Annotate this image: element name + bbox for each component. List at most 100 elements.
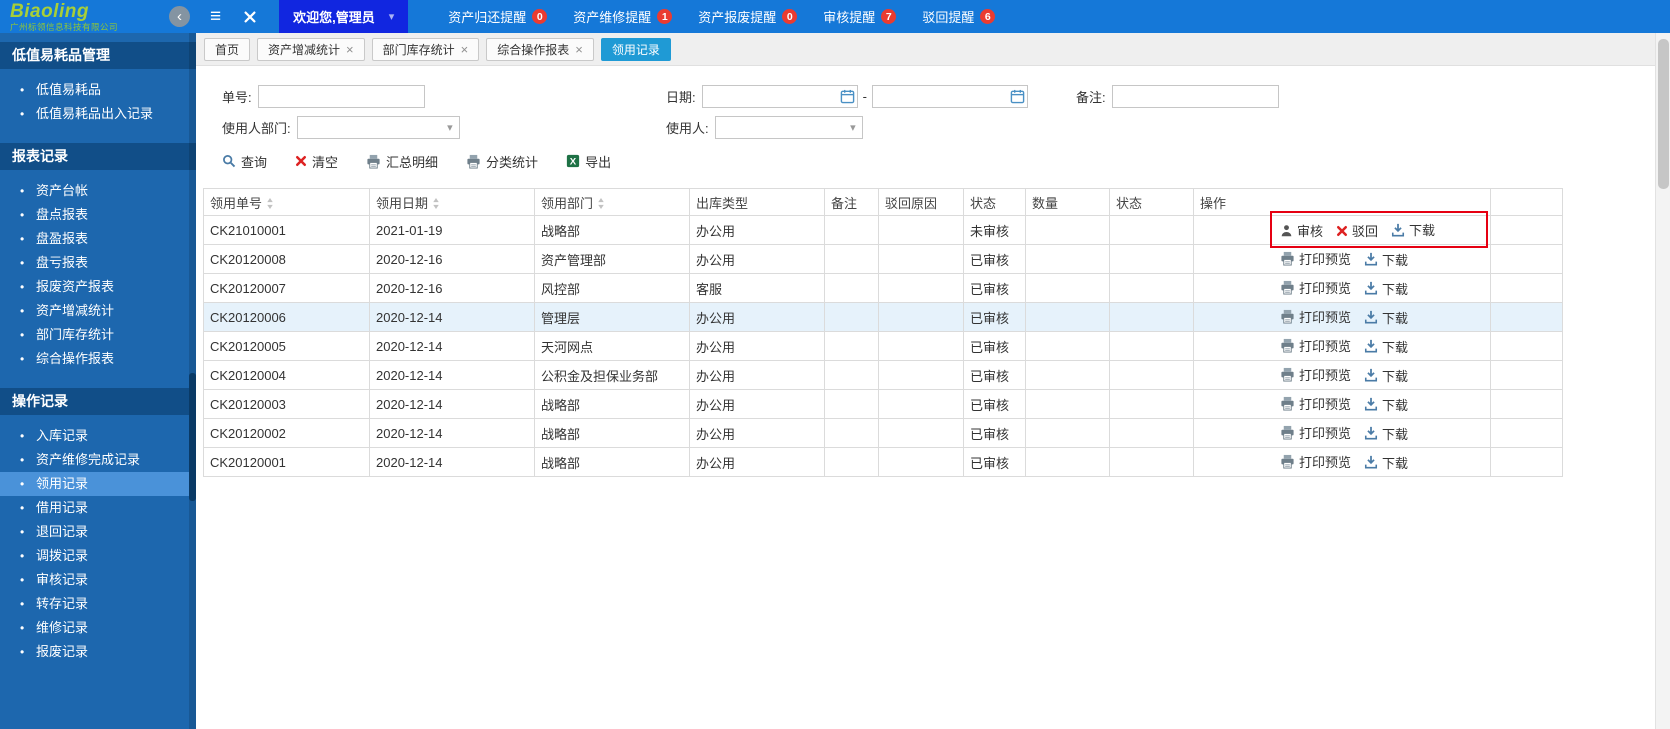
sidebar-item[interactable]: 报废记录	[0, 640, 196, 664]
topbar-menu-item[interactable]: 审核提醒 7	[823, 7, 897, 26]
tab-close-icon[interactable]: ×	[346, 42, 354, 57]
column-header[interactable]: 领用单号	[203, 188, 370, 216]
tab-item[interactable]: 首页	[204, 37, 251, 61]
sort-icon[interactable]	[266, 197, 274, 212]
tab-item[interactable]: 综合操作报表 ×	[486, 37, 594, 61]
column-header: 驳回原因	[878, 188, 964, 216]
cell-remark	[824, 389, 879, 419]
sidebar-item[interactable]: 转存记录	[0, 592, 196, 616]
cell-status2	[1109, 215, 1194, 245]
sort-icon[interactable]	[597, 197, 605, 212]
date-to-input[interactable]	[871, 85, 1028, 108]
table-row[interactable]: CK20120002 2020-12-14 战略部 办公用 已审核 打印预览 下载	[203, 418, 1563, 448]
toolbar-button[interactable]: 分类统计	[466, 152, 538, 171]
table-row[interactable]: CK20120006 2020-12-14 管理层 办公用 已审核 打印预览 下载	[203, 302, 1563, 332]
sidebar-item[interactable]: 低值易耗品	[0, 78, 196, 102]
user-select[interactable]: ▾	[714, 116, 863, 139]
print-button[interactable]: 打印预览	[1280, 365, 1351, 384]
download-button[interactable]: 下载	[1364, 395, 1408, 414]
download-button[interactable]: 下载	[1364, 453, 1408, 472]
sidebar-item[interactable]: 借用记录	[0, 496, 196, 520]
sidebar-item[interactable]: 盘盈报表	[0, 227, 196, 251]
remark-input[interactable]	[1111, 85, 1279, 108]
download-button[interactable]: 下载	[1391, 220, 1435, 239]
download-button[interactable]: 下载	[1364, 279, 1408, 298]
sidebar-item[interactable]: 维修记录	[0, 616, 196, 640]
download-button[interactable]: 下载	[1364, 337, 1408, 356]
tab-item[interactable]: 资产增减统计 ×	[257, 37, 365, 61]
table-row[interactable]: CK20120004 2020-12-14 公积金及担保业务部 办公用 已审核 打印预览 下…	[203, 360, 1563, 390]
topbar-menu-item[interactable]: 资产归还提醒 0	[448, 7, 548, 26]
sidebar-item[interactable]: 资产增减统计	[0, 299, 196, 323]
collapse-sidebar-button[interactable]: ‹	[169, 6, 190, 27]
table-row[interactable]: CK20120008 2020-12-16 资产管理部 办公用 已审核 打印预览 下载	[203, 244, 1563, 274]
download-icon	[1364, 252, 1378, 266]
calendar-icon[interactable]	[840, 89, 855, 104]
page-scrollbar[interactable]	[1655, 33, 1670, 729]
sidebar-item[interactable]: 部门库存统计	[0, 323, 196, 347]
sort-icon[interactable]	[432, 197, 440, 212]
toolbar-button[interactable]: 清空	[295, 152, 338, 171]
sidebar-item[interactable]: 退回记录	[0, 520, 196, 544]
download-button[interactable]: 下载	[1364, 366, 1408, 385]
sidebar-nav: 低值易耗品管理低值易耗品低值易耗品出入记录报表记录资产台帐盘点报表盘盈报表盘亏报…	[0, 33, 196, 664]
table-row[interactable]: CK20120001 2020-12-14 战略部 办公用 已审核 打印预览 下载	[203, 447, 1563, 477]
print-button[interactable]: 打印预览	[1280, 394, 1351, 413]
print-button[interactable]: 打印预览	[1280, 423, 1351, 442]
red-x-icon	[295, 155, 307, 167]
print-button[interactable]: 打印预览	[1280, 278, 1351, 297]
topbar-menu-item[interactable]: 资产维修提醒 1	[573, 7, 673, 26]
sidebar-item[interactable]: 盘亏报表	[0, 251, 196, 275]
table-row[interactable]: CK20120007 2020-12-16 风控部 客服 已审核 打印预览 下载	[203, 273, 1563, 303]
sidebar-item[interactable]: 资产台帐	[0, 179, 196, 203]
print-button[interactable]: 打印预览	[1280, 249, 1351, 268]
print-button[interactable]: 打印预览	[1280, 452, 1351, 471]
topbar-menu-item[interactable]: 资产报废提醒 0	[698, 7, 798, 26]
close-icon[interactable]	[243, 10, 257, 24]
tab-close-icon[interactable]: ×	[575, 42, 583, 57]
sidebar-item[interactable]: 领用记录	[0, 472, 196, 496]
excel-icon: X	[566, 154, 580, 168]
download-button[interactable]: 下载	[1364, 250, 1408, 269]
sidebar-item[interactable]: 盘点报表	[0, 203, 196, 227]
sidebar-item[interactable]: 低值易耗品出入记录	[0, 102, 196, 126]
sidebar-item[interactable]: 入库记录	[0, 424, 196, 448]
sidebar-item[interactable]: 综合操作报表	[0, 347, 196, 371]
column-header[interactable]: 领用日期	[369, 188, 535, 216]
toolbar-button[interactable]: 查询	[222, 152, 267, 171]
audit-button[interactable]: 审核	[1280, 221, 1323, 240]
actions-cell: 打印预览 下载	[1193, 447, 1491, 477]
column-header[interactable]: 领用部门	[534, 188, 690, 216]
toolbar-button[interactable]: X 导出	[566, 152, 611, 171]
welcome-user-dropdown[interactable]: 欢迎您,管理员 ▾	[279, 0, 409, 33]
sidebar-scrollbar-thumb[interactable]	[189, 373, 196, 501]
calendar-icon[interactable]	[1010, 89, 1025, 104]
table-row[interactable]: CK20120005 2020-12-14 天河网点 办公用 已审核 打印预览 下载	[203, 331, 1563, 361]
print-button[interactable]: 打印预览	[1280, 336, 1351, 355]
page-scrollbar-thumb[interactable]	[1658, 39, 1669, 189]
order-no-input[interactable]	[257, 85, 425, 108]
date-from-input[interactable]	[701, 85, 858, 108]
main-area: 首页 资产增减统计 × 部门库存统计 × 综合操作报表 × 领用记录 单号: 日期:	[196, 33, 1670, 729]
table-row[interactable]: CK21010001 2021-01-19 战略部 办公用 未审核 审核 驳回 下载	[203, 211, 1563, 248]
tab-item[interactable]: 领用记录	[600, 37, 671, 61]
toolbar-button[interactable]: 汇总明细	[366, 152, 438, 171]
topbar-menu-item[interactable]: 驳回提醒 6	[922, 7, 996, 26]
table-row[interactable]: CK20120003 2020-12-14 战略部 办公用 已审核 打印预览 下载	[203, 389, 1563, 419]
tab-item[interactable]: 部门库存统计 ×	[371, 37, 480, 61]
download-button[interactable]: 下载	[1364, 424, 1408, 443]
cell-order-no: CK20120005	[203, 331, 370, 361]
sidebar-scrollbar[interactable]	[189, 33, 196, 729]
user-dept-select[interactable]: ▾	[296, 116, 460, 139]
sidebar-item[interactable]: 审核记录	[0, 568, 196, 592]
hamburger-menu-icon[interactable]: ≡	[210, 6, 221, 28]
download-button[interactable]: 下载	[1364, 308, 1408, 327]
sidebar-item[interactable]: 调拨记录	[0, 544, 196, 568]
cell-dept: 战略部	[534, 447, 690, 477]
sidebar-item[interactable]: 资产维修完成记录	[0, 448, 196, 472]
print-button[interactable]: 打印预览	[1280, 307, 1351, 326]
sidebar-item[interactable]: 报废资产报表	[0, 275, 196, 299]
cell-order-no: CK20120004	[203, 360, 370, 390]
tab-close-icon[interactable]: ×	[461, 42, 469, 57]
reject-button[interactable]: 驳回	[1336, 221, 1378, 240]
